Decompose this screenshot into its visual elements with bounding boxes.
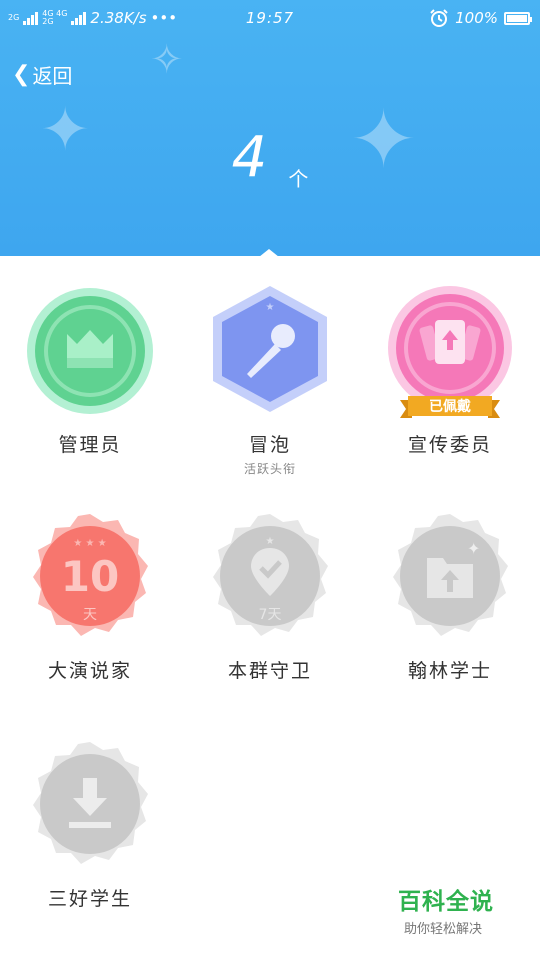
- badge-name: 三好学生: [47, 888, 132, 910]
- battery-percent: 100%: [455, 9, 498, 27]
- svg-text:★: ★: [266, 536, 275, 547]
- badge-bubble[interactable]: ★ 冒泡 活跃头衔: [180, 282, 360, 482]
- battery-icon: [504, 11, 532, 25]
- alarm-icon: [430, 9, 448, 27]
- count-unit: 个: [288, 167, 309, 191]
- back-button[interactable]: ❮ 返回: [12, 60, 72, 89]
- folder-upload-icon: ✦: [393, 514, 508, 636]
- badge-admin[interactable]: 管理员: [0, 282, 180, 472]
- badge-guard[interactable]: ★ 7天 本群守卫: [180, 508, 360, 698]
- badge-name: 翰林学士: [407, 660, 492, 682]
- badge-orator[interactable]: ★ ★ ★ 10 天 大演说家: [0, 508, 180, 698]
- count-value: 4: [231, 125, 268, 190]
- watermark: 百科全说 助你轻松解决: [398, 882, 538, 937]
- badge-count: 4 个: [0, 125, 540, 191]
- back-label: 返回: [32, 64, 73, 88]
- header-banner: ✦ ✦ ✧ 2G 4G 4G 2G 2.38K/s ••• 19:57 100%…: [0, 0, 540, 256]
- badge-name: 冒泡: [248, 434, 291, 456]
- badge-subtitle: 活跃头衔: [243, 462, 296, 476]
- badge-good-student[interactable]: 三好学生: [0, 736, 180, 926]
- badge-promotion[interactable]: 已佩戴 宣传委员: [360, 282, 540, 472]
- crown-icon: [27, 288, 153, 414]
- chevron-left-icon: ❮: [12, 62, 31, 87]
- download-icon: [33, 742, 148, 864]
- sparkle-icon: ✧: [150, 37, 184, 83]
- microphone-icon: ★: [213, 286, 327, 412]
- header-notch: [259, 249, 279, 256]
- orator-number: 10: [60, 552, 120, 601]
- svg-text:★: ★: [266, 302, 275, 313]
- badge-name: 管理员: [58, 434, 122, 456]
- badge-scholar[interactable]: ✦ 翰林学士: [360, 508, 540, 698]
- badge-name: 大演说家: [47, 660, 132, 682]
- orator-unit: 天: [83, 607, 97, 623]
- guard-unit: 7天: [258, 607, 282, 623]
- status-bar: 2G 4G 4G 2G 2.38K/s ••• 19:57 100%: [0, 0, 540, 36]
- svg-text:★ ★ ★: ★ ★ ★: [73, 538, 106, 549]
- svg-text:✦: ✦: [467, 539, 480, 558]
- badge-name: 宣传委员: [407, 434, 492, 456]
- badge-name: 本群守卫: [227, 660, 312, 682]
- watermark-subtitle: 助你轻松解决: [404, 922, 483, 937]
- watermark-title: 百科全说: [398, 889, 494, 915]
- worn-ribbon-label: 已佩戴: [429, 399, 471, 415]
